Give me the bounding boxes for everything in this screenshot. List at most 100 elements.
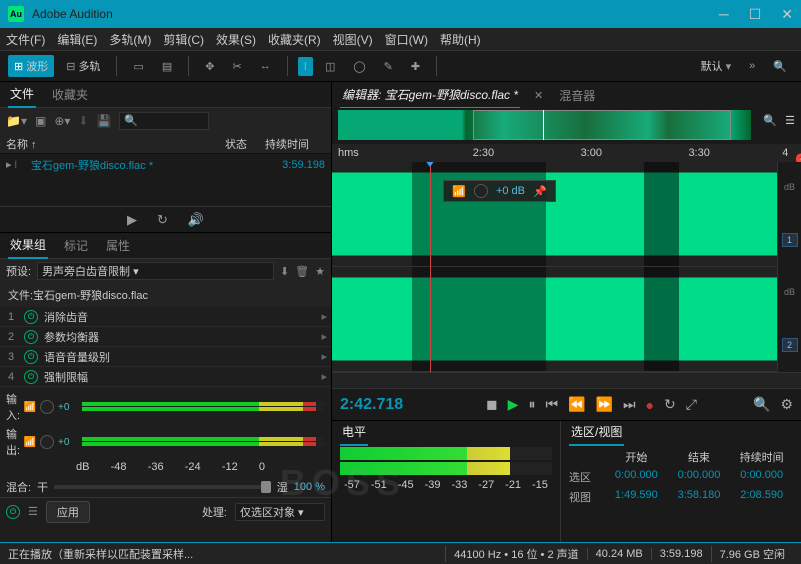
import-icon[interactable]: ⬇: [78, 114, 88, 128]
process-select[interactable]: 仅选区对象 ▾: [235, 503, 325, 521]
heal-tool-icon[interactable]: ✚: [405, 57, 426, 76]
rewind-button[interactable]: ⏪: [568, 396, 585, 413]
levels-tab[interactable]: 电平: [340, 419, 368, 446]
stop-button[interactable]: ◼: [486, 396, 498, 413]
rack-menu-icon[interactable]: ☰: [28, 505, 38, 518]
search-icon[interactable]: 🔍: [767, 57, 793, 76]
menu-clip[interactable]: 剪辑(C): [163, 31, 204, 48]
files-tab[interactable]: 文件: [8, 81, 36, 108]
close-button[interactable]: ✕: [781, 6, 793, 23]
mix-slider[interactable]: [54, 485, 271, 489]
timeline-ruler[interactable]: hms 2:30 3:00 3:30 4 📌 🧲: [332, 144, 801, 162]
mini-loop-icon[interactable]: ↻: [157, 212, 168, 228]
input-gain-knob[interactable]: [40, 400, 54, 414]
menu-effects[interactable]: 效果(S): [216, 31, 256, 48]
workspace-more-icon[interactable]: »: [743, 57, 761, 75]
mix-value[interactable]: 100 %: [294, 481, 325, 493]
razor-tool-icon[interactable]: ✂: [226, 57, 247, 76]
apply-button[interactable]: 应用: [46, 501, 90, 523]
play-button[interactable]: ▶: [508, 396, 519, 413]
editor-tab-close-icon[interactable]: ✕: [534, 89, 543, 102]
output-gain-knob[interactable]: [40, 435, 54, 449]
input-gain-value[interactable]: +0: [58, 402, 78, 413]
markers-tab[interactable]: 标记: [62, 233, 90, 258]
hud-pin-icon[interactable]: 📌: [533, 185, 547, 198]
save-preset-icon[interactable]: ⬇: [280, 265, 289, 278]
lasso-tool-icon[interactable]: ◯: [347, 57, 371, 76]
brush-tool-icon[interactable]: ✎: [378, 57, 399, 76]
new-file-icon[interactable]: ⊕▾: [54, 114, 70, 128]
view-menu-icon[interactable]: ☰: [785, 114, 795, 127]
rack-power-icon[interactable]: ⏻: [6, 505, 20, 519]
waveform-mode-button[interactable]: ⊞ 波形: [8, 55, 54, 77]
skip-forward-button[interactable]: ⏭: [623, 396, 636, 413]
zoom-tool-icon[interactable]: 🔍: [763, 114, 777, 127]
fx-slot[interactable]: 2⏻参数均衡器▸: [0, 327, 331, 347]
time-display[interactable]: 2:42.718: [340, 396, 430, 414]
properties-tab[interactable]: 属性: [104, 233, 132, 258]
menu-help[interactable]: 帮助(H): [440, 31, 481, 48]
col-state[interactable]: 状态: [225, 136, 265, 152]
power-icon[interactable]: ⏻: [24, 350, 38, 364]
hud-gain-value[interactable]: +0 dB: [496, 185, 525, 197]
maximize-button[interactable]: ☐: [749, 6, 762, 23]
editor-tab[interactable]: 编辑器: 宝石gem-野狼disco.flac *: [340, 82, 520, 109]
pause-button[interactable]: ⏸: [528, 396, 535, 413]
skip-selection-button[interactable]: ⤢: [686, 396, 697, 413]
sel-end[interactable]: 0:00.000: [668, 469, 731, 485]
record-file-icon[interactable]: ▣: [35, 114, 46, 128]
move-tool-icon[interactable]: ✥: [199, 57, 220, 76]
fx-slot[interactable]: 1⏻消除齿音▸: [0, 307, 331, 327]
power-icon[interactable]: ⏻: [24, 310, 38, 324]
skip-back-button[interactable]: ⏮: [545, 396, 558, 413]
mixer-tab[interactable]: 混音器: [557, 83, 597, 108]
spectral-toggle-icon[interactable]: ▤: [156, 57, 178, 76]
view-start[interactable]: 1:49.590: [605, 489, 668, 505]
channel-1-badge[interactable]: 1: [782, 233, 798, 247]
save-icon[interactable]: 💾: [96, 114, 111, 128]
sel-dur[interactable]: 0:00.000: [730, 469, 793, 485]
selection-view-tab[interactable]: 选区/视图: [569, 419, 624, 446]
output-gain-value[interactable]: +0: [58, 437, 78, 448]
col-duration[interactable]: 持续时间: [265, 136, 325, 152]
menu-view[interactable]: 视图(V): [333, 31, 373, 48]
sel-start[interactable]: 0:00.000: [605, 469, 668, 485]
mini-play-icon[interactable]: ▶: [127, 212, 137, 228]
playhead[interactable]: [430, 162, 431, 372]
file-row[interactable]: ▸ ⧘ 宝石gem-野狼disco.flac * 3:59.198: [0, 154, 331, 176]
channel-2-badge[interactable]: 2: [782, 338, 798, 352]
delete-preset-icon[interactable]: 🗑: [295, 265, 309, 278]
record-button[interactable]: ●: [646, 397, 654, 413]
waveform-editor[interactable]: 📶 +0 dB 📌: [332, 162, 777, 372]
col-name[interactable]: 名称 ↑: [6, 136, 225, 152]
hud-toggle-icon[interactable]: ▭: [127, 57, 149, 76]
preset-select[interactable]: 男声旁白齿音限制 ▾: [37, 262, 274, 280]
menu-multitrack[interactable]: 多轨(M): [109, 31, 151, 48]
minimize-button[interactable]: ─: [719, 6, 729, 23]
hud-gain-knob[interactable]: [474, 184, 488, 198]
menu-edit[interactable]: 编辑(E): [57, 31, 97, 48]
time-select-tool-icon[interactable]: Ⅰ: [298, 57, 313, 76]
zoom-in-icon[interactable]: 🔍: [753, 396, 770, 413]
forward-button[interactable]: ⏩: [596, 396, 613, 413]
mini-autoplay-icon[interactable]: 🔊: [188, 212, 204, 228]
marquee-tool-icon[interactable]: ◫: [319, 57, 341, 76]
workspace-selector[interactable]: 默认 ▾: [695, 55, 738, 77]
menu-window[interactable]: 窗口(W): [385, 31, 428, 48]
file-search-input[interactable]: [119, 112, 209, 130]
view-end[interactable]: 3:58.180: [668, 489, 731, 505]
loop-button[interactable]: ↻: [664, 396, 676, 413]
waveform-overview[interactable]: 🔍 ☰: [332, 108, 801, 144]
fx-slot[interactable]: 3⏻语音音量级别▸: [0, 347, 331, 367]
hud-vol-icon[interactable]: 📶: [452, 185, 466, 198]
zoom-options-icon[interactable]: ⚙: [780, 396, 793, 413]
menu-file[interactable]: 文件(F): [6, 31, 45, 48]
power-icon[interactable]: ⏻: [24, 330, 38, 344]
multitrack-mode-button[interactable]: ⊟ 多轨: [60, 55, 106, 77]
power-icon[interactable]: ⏻: [24, 370, 38, 384]
open-file-icon[interactable]: 📁▾: [6, 114, 27, 128]
fx-slot[interactable]: 4⏻强制限幅▸: [0, 367, 331, 387]
favorite-icon[interactable]: ★: [315, 265, 325, 278]
favorites-tab[interactable]: 收藏夹: [50, 82, 90, 107]
view-dur[interactable]: 2:08.590: [730, 489, 793, 505]
